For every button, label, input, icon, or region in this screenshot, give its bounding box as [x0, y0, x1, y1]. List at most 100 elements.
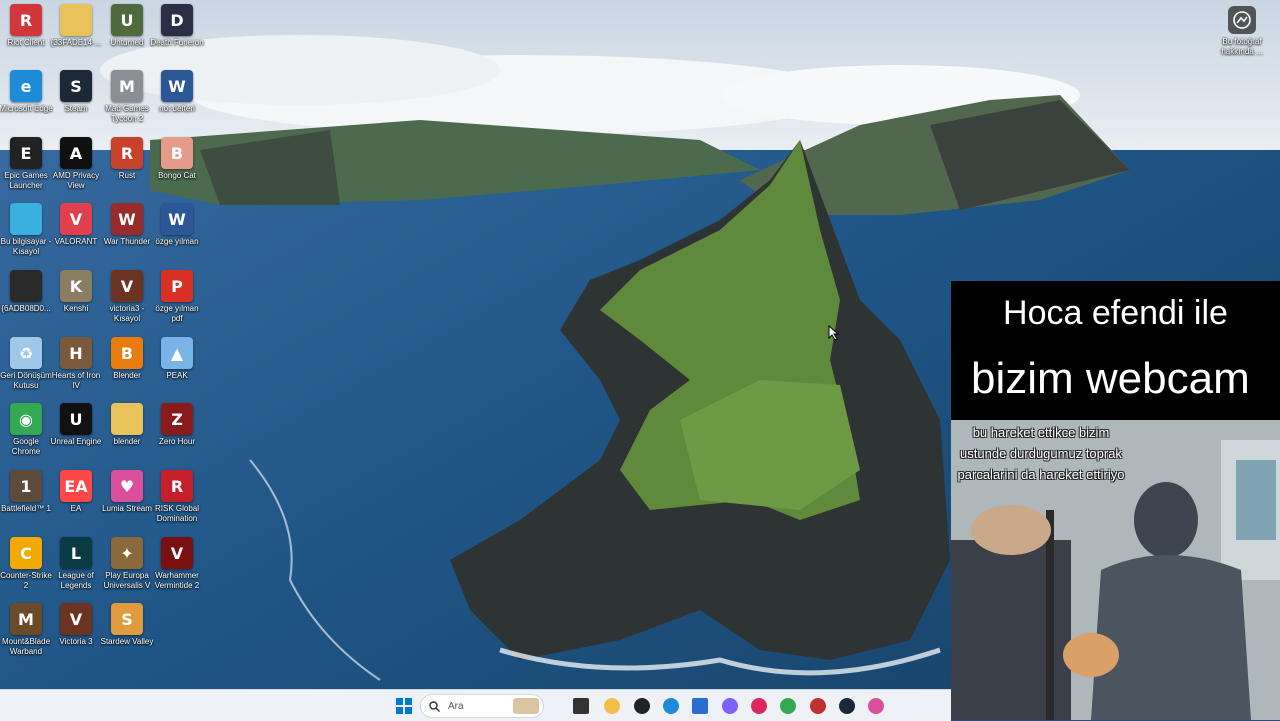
desktop-shortcut[interactable]: S Steam [50, 70, 102, 134]
taskbar-button[interactable] [689, 695, 711, 717]
desktop-shortcut-label: Epic Games Launcher [4, 171, 48, 190]
mouse-cursor-icon [828, 325, 840, 341]
desktop-shortcut[interactable]: W War Thunder [101, 203, 153, 267]
victoria-icon: V [111, 270, 143, 302]
desktop-shortcut[interactable]: U Unturned [101, 4, 153, 68]
desktop-shortcut[interactable]: ✦ Play Europa Universalis V [101, 537, 153, 601]
windows-start-button[interactable] [393, 695, 415, 717]
taskbar-button[interactable] [865, 695, 887, 717]
taskbar-button[interactable] [660, 695, 682, 717]
desktop-shortcut[interactable]: R Riot Client [0, 4, 52, 68]
desktop-shortcut[interactable]: {33FADE14-... [50, 4, 102, 68]
stardew-icon: S [111, 603, 143, 635]
lol-icon: L [60, 537, 92, 569]
rust-icon: R [111, 137, 143, 169]
taskbar-button[interactable] [631, 695, 653, 717]
taskbar-button[interactable] [836, 695, 858, 717]
shield-icon: A [60, 137, 92, 169]
desktop-shortcut[interactable]: D Death Funeron [150, 4, 204, 68]
desktop-shortcut[interactable]: Z Zero Hour [151, 403, 203, 467]
taskbar-button[interactable] [777, 695, 799, 717]
desktop-shortcut[interactable]: B Blender [101, 337, 153, 401]
pdf-icon: P [161, 270, 193, 302]
word-doc-icon: W [161, 70, 193, 102]
chrome-icon: ◉ [10, 403, 42, 435]
taskbar-button[interactable] [719, 695, 741, 717]
desktop-shortcut[interactable]: U Unreal Engine [50, 403, 102, 467]
store-icon [692, 698, 708, 714]
desktop-shortcut[interactable]: EA EA [50, 470, 102, 534]
about-photo-shortcut[interactable]: Bu fotoğraf hakkında ... [1216, 6, 1268, 66]
desktop-shortcut[interactable]: L League of Legends [50, 537, 102, 601]
desktop-shortcut-label: Stardew Valley [100, 637, 154, 646]
overlay-title-line1: Hoca efendi ile [1003, 294, 1228, 332]
taskbar-button[interactable] [807, 695, 829, 717]
webcam-video: bu hareket ettikce bizim ustunde durdugu… [951, 420, 1280, 720]
desktop-shortcut-label: Geri Dönüşüm Kutusu [0, 371, 52, 390]
desktop-shortcut[interactable]: Bu bilgisayar - Kısayol [0, 203, 52, 267]
desktop-shortcut[interactable]: C Counter-Strike 2 [0, 537, 52, 601]
file-explorer-icon [604, 698, 620, 714]
desktop-shortcut[interactable]: A AMD Privacy View [50, 137, 102, 201]
desktop-shortcut-label: victoria3 - Kısayol [109, 304, 145, 323]
desktop-shortcut[interactable]: R Rust [101, 137, 153, 201]
opera-icon [751, 698, 767, 714]
victoria-icon: V [60, 603, 92, 635]
desktop-shortcut[interactable]: ◉ Google Chrome [0, 403, 52, 467]
taskbar-button[interactable] [601, 695, 623, 717]
desktop-shortcut[interactable]: blender [101, 403, 153, 467]
desktop-shortcut[interactable]: K Kenshi [50, 270, 102, 334]
lumia-icon [868, 698, 884, 714]
desktop-shortcut[interactable]: 1 Battlefield™ 1 [0, 470, 52, 534]
unreal-icon: U [60, 403, 92, 435]
desktop-shortcut[interactable]: ▲ PEAK [151, 337, 203, 401]
folder-icon [60, 4, 92, 36]
blender-icon: B [111, 337, 143, 369]
desktop-shortcut[interactable]: E Epic Games Launcher [0, 137, 52, 201]
desktop-shortcut[interactable]: B Bongo Cat [151, 137, 203, 201]
desktop-shortcut[interactable]: ♥ Lumia Stream [101, 470, 153, 534]
desktop-shortcut-label: VALORANT [54, 237, 98, 246]
desktop-shortcut[interactable]: V VALORANT [50, 203, 102, 267]
desktop-shortcut[interactable]: H Hearts of Iron IV [50, 337, 102, 401]
desktop-shortcut[interactable]: ♻ Geri Dönüşüm Kutusu [0, 337, 52, 401]
desktop-shortcut[interactable]: e Microsoft Edge [0, 70, 53, 134]
hoi4-icon: H [60, 337, 92, 369]
desktop-icon-grid: R Riot Client {33FADE14-... U Unturned D Death… [0, 0, 210, 690]
desktop-shortcut-label: Death Funeron [150, 38, 204, 47]
desktop-shortcut-label: Hearts of Iron IV [51, 371, 101, 390]
search-icon [429, 700, 440, 712]
peak-icon: ▲ [161, 337, 193, 369]
taskbar-search[interactable]: Ara [420, 694, 544, 718]
desktop-shortcut[interactable]: Pözge yılman pdf [151, 270, 203, 334]
desktop-shortcut[interactable]: V Victoria 3 [50, 603, 102, 667]
taskbar-button[interactable] [570, 695, 592, 717]
copilot-icon [722, 698, 738, 714]
edge-icon [663, 698, 679, 714]
desktop-shortcut[interactable]: R RISK Global Domination [151, 470, 203, 534]
desktop-shortcut[interactable]: {6ADB08D0... [0, 270, 52, 334]
overlay-title-line2: bizim webcam [971, 354, 1250, 403]
desktop-shortcut[interactable]: S Stardew Valley [101, 603, 153, 667]
warband-icon: M [10, 603, 42, 635]
desktop-shortcut-label: EA [70, 504, 82, 513]
desktop-shortcut-label: Unreal Engine [50, 437, 102, 446]
windows-start-icon [396, 698, 412, 714]
desktop-shortcut[interactable]: Wnot defteri [151, 70, 203, 134]
lumia-icon: ♥ [111, 470, 143, 502]
app-icon [810, 698, 826, 714]
desktop-shortcut-label: Microsoft Edge [0, 104, 53, 113]
desktop-shortcut[interactable]: V Warhammer Vermintide 2 [151, 537, 203, 601]
desktop-shortcut[interactable]: Wözge yılman [151, 203, 203, 267]
desktop-shortcut-label: not defteri [159, 104, 195, 113]
taskbar-button[interactable] [748, 695, 770, 717]
valorant-icon: V [60, 203, 92, 235]
desktop-shortcut[interactable]: M Mad Games Tycoon 2 [101, 70, 153, 134]
desktop-shortcut-label: PEAK [166, 371, 188, 380]
camera-info-icon [1228, 6, 1256, 34]
ea-icon: EA [60, 470, 92, 502]
desktop-shortcut[interactable]: Vvictoria3 - Kısayol [101, 270, 153, 334]
desktop-shortcut-label: Victoria 3 [59, 637, 93, 646]
desktop-shortcut[interactable]: M Mount&Blade Warband [0, 603, 52, 667]
kenshi-icon: K [60, 270, 92, 302]
